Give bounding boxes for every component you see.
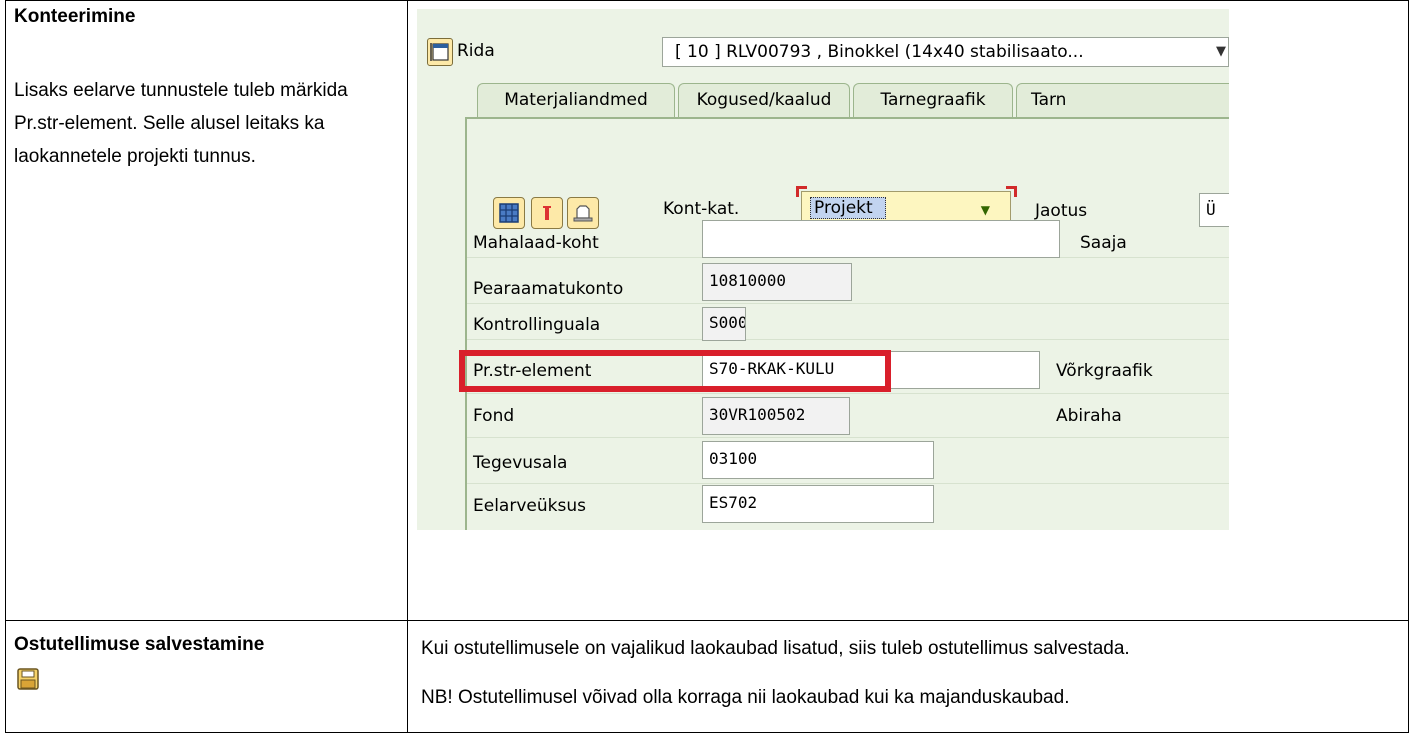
info-icon — [543, 206, 551, 220]
rida-select-value: [ 10 ] RLV00793 , Binokkel (14x40 stabil… — [675, 42, 1084, 62]
row-separator — [467, 483, 1229, 484]
tab-tarnegraafik[interactable]: Tarnegraafik — [853, 83, 1013, 117]
row-separator — [467, 437, 1229, 438]
saaja-label: Saaja — [1080, 233, 1127, 253]
pearaamatukonto-label: Pearaamatukonto — [473, 279, 624, 299]
grid-icon — [499, 203, 519, 223]
info-button[interactable] — [531, 197, 563, 229]
multiple-assignment-button[interactable] — [567, 197, 599, 229]
focus-bracket — [796, 186, 807, 197]
kontkat-value: Projekt — [810, 197, 886, 219]
vorkgraafik-label: Võrkgraafik — [1056, 361, 1153, 381]
eelarveuksus-field[interactable]: ES702 — [702, 485, 934, 523]
highlight-box — [459, 350, 891, 392]
row-separator — [467, 303, 1229, 304]
jaotus-field[interactable]: Ü — [1199, 193, 1229, 227]
rida-toggle-button[interactable] — [427, 38, 453, 66]
tab-kogused-kaalud[interactable]: Kogused/kaalud — [678, 83, 850, 117]
section-description-konteerimine: Lisaks eelarve tunnustele tuleb märkida … — [14, 80, 348, 167]
table-row-divider — [5, 620, 1409, 621]
row-separator — [467, 339, 1229, 340]
tab-label: Materjaliandmed — [504, 90, 648, 110]
mahalaad-label: Mahalaad-koht — [473, 233, 599, 253]
tab-materjaliandmed[interactable]: Materjaliandmed — [477, 83, 675, 117]
tab-label: Tarnegraafik — [880, 90, 986, 110]
eelarveuksus-label: Eelarveüksus — [473, 496, 586, 516]
tab-tarn[interactable]: Tarn — [1016, 83, 1229, 117]
rida-label: Rida — [457, 41, 495, 61]
stack-icon — [573, 205, 593, 222]
sap-screenshot: Rida [ 10 ] RLV00793 , Binokkel (14x40 s… — [417, 9, 1229, 530]
table-column-divider — [407, 0, 408, 733]
fond-label: Fond — [473, 406, 515, 426]
tegevusala-label: Tegevusala — [473, 453, 568, 473]
kontrollinguala-field[interactable]: S000 — [702, 307, 746, 341]
save-icon — [17, 668, 39, 690]
section-title-salvestamine: Ostutellimuse salvestamine — [14, 634, 265, 655]
abiraha-label: Abiraha — [1056, 406, 1122, 426]
tab-label: Tarn — [1031, 90, 1067, 110]
table-top-border — [5, 0, 1409, 1]
fond-field[interactable]: 30VR100502 — [702, 397, 850, 435]
kontkat-label: Kont-kat. — [663, 199, 740, 219]
jaotus-label: Jaotus — [1035, 201, 1088, 221]
rida-select[interactable]: [ 10 ] RLV00793 , Binokkel (14x40 stabil… — [662, 37, 1229, 67]
tab-label: Kogused/kaalud — [696, 90, 832, 110]
item-detail-icon — [430, 43, 449, 61]
grid-view-button[interactable] — [493, 197, 525, 229]
row-separator — [467, 393, 1229, 394]
mahalaad-field[interactable] — [702, 220, 1060, 258]
pearaamatukonto-field[interactable]: 10810000 — [702, 263, 852, 301]
section-description-salvestamine: Kui ostutellimusele on vajalikud laokaub… — [421, 638, 1130, 659]
item-tabs: Materjaliandmed Kogused/kaalud Tarnegraa… — [465, 73, 1229, 119]
section-title-konteerimine: Konteerimine — [14, 6, 136, 27]
section-note-salvestamine: NB! Ostutellimusel võivad olla korraga n… — [421, 687, 1070, 708]
kontrollinguala-label: Kontrollinguala — [473, 315, 601, 335]
chevron-down-icon: ▼ — [1216, 44, 1226, 59]
focus-bracket — [1006, 186, 1017, 197]
tegevusala-field[interactable]: 03100 — [702, 441, 934, 479]
